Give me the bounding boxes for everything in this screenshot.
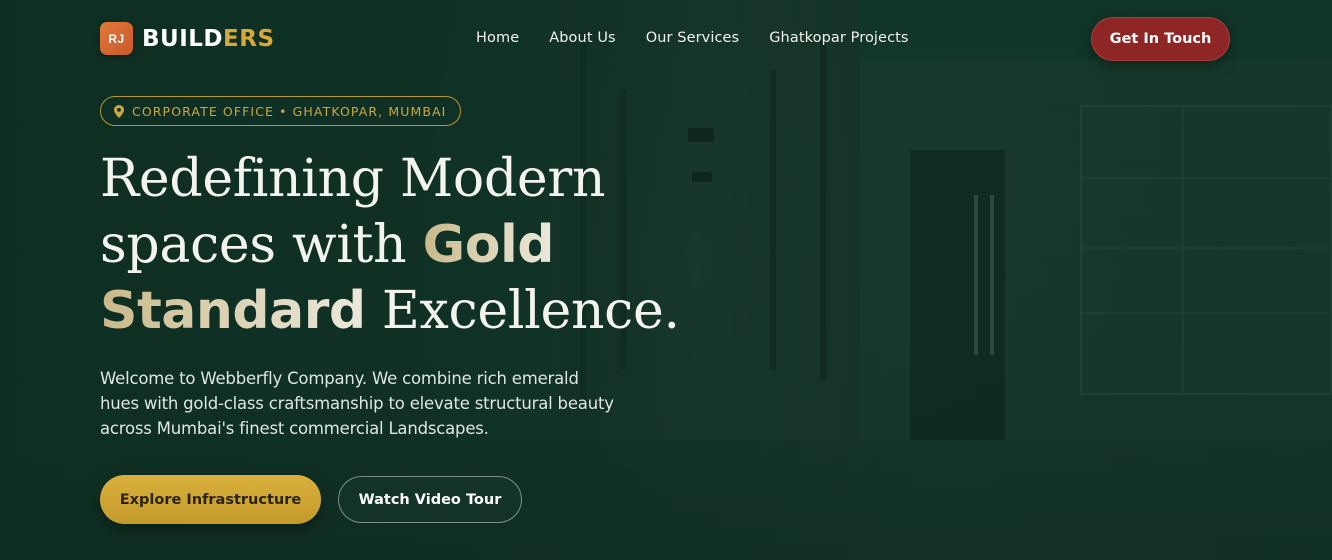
- nav-item-home[interactable]: Home: [476, 30, 519, 46]
- site-header: RJ BUILDERS Home About Us Our Services G…: [0, 0, 1332, 78]
- brand-name: BUILDERS: [142, 25, 275, 52]
- map-pin-icon: [114, 104, 124, 118]
- hero-description: Welcome to Webberfly Company. We combine…: [100, 369, 614, 438]
- nav-item-about-us[interactable]: About Us: [549, 30, 615, 46]
- explore-infrastructure-button[interactable]: Explore Infrastructure: [100, 475, 321, 524]
- main-nav: Home About Us Our Services Ghatkopar Pro…: [476, 30, 909, 46]
- hero-headline: Redefining Modern spaces with Gold Stand…: [100, 149, 680, 341]
- location-badge: CORPORATE OFFICE • GHATKOPAR, MUMBAI: [100, 96, 462, 126]
- brand-logo[interactable]: RJ BUILDERS: [100, 22, 275, 55]
- location-badge-label: CORPORATE OFFICE • GHATKOPAR, MUMBAI: [132, 103, 447, 119]
- brand-mark: RJ: [100, 22, 133, 55]
- nav-item-ghatkopar-projects[interactable]: Ghatkopar Projects: [769, 30, 908, 46]
- watch-video-tour-button[interactable]: Watch Video Tour: [338, 476, 522, 523]
- get-in-touch-button[interactable]: Get In Touch: [1091, 17, 1230, 61]
- nav-item-our-services[interactable]: Our Services: [646, 30, 740, 46]
